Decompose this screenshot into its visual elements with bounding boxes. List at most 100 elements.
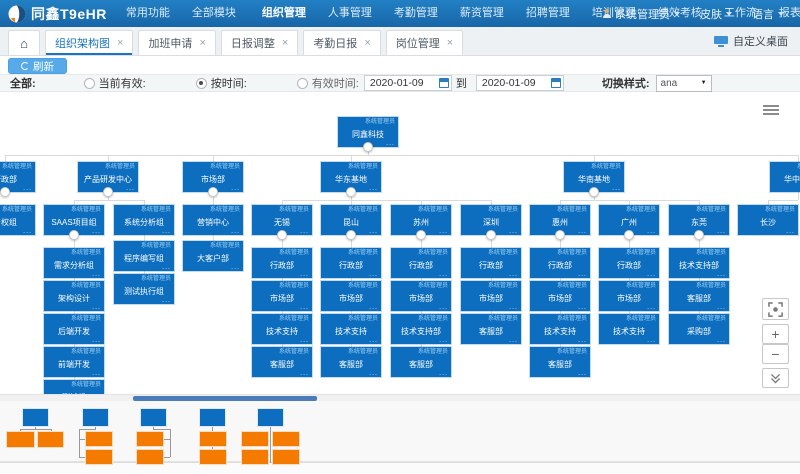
org-node[interactable]: 系统管理员客服部... xyxy=(252,347,312,377)
node-more-icon[interactable]: ... xyxy=(23,228,32,235)
node-more-icon[interactable]: ... xyxy=(439,304,448,311)
nav-item-3[interactable]: 人事管理 xyxy=(317,0,383,27)
skin-menu[interactable]: 皮肤 xyxy=(692,6,740,22)
org-node[interactable]: 系统管理员测试组... xyxy=(44,380,104,394)
node-more-icon[interactable]: ... xyxy=(612,185,621,192)
node-more-icon[interactable]: ... xyxy=(439,271,448,278)
close-icon[interactable]: × xyxy=(364,37,370,49)
org-node[interactable]: 系统管理员需求分析组... xyxy=(44,248,104,278)
radio-icon[interactable] xyxy=(196,78,207,89)
org-node[interactable]: 系统管理员市场部... xyxy=(252,281,312,311)
tab-3[interactable]: 考勤日报× xyxy=(303,30,380,55)
org-node[interactable]: 系统管理员客服部... xyxy=(461,314,521,344)
node-more-icon[interactable]: ... xyxy=(578,337,587,344)
close-icon[interactable]: × xyxy=(447,37,453,49)
style-select[interactable]: ana ▼ xyxy=(656,75,712,92)
org-node[interactable]: 系统管理员市场部... xyxy=(391,281,451,311)
node-more-icon[interactable]: ... xyxy=(369,337,378,344)
language-menu[interactable]: 语言 xyxy=(744,6,792,22)
node-more-icon[interactable]: ... xyxy=(92,304,101,311)
custom-desktop-button[interactable]: 自定义桌面 xyxy=(714,33,788,55)
org-node[interactable]: 系统管理员行政部... xyxy=(252,248,312,278)
node-more-icon[interactable]: ... xyxy=(300,370,309,377)
node-more-icon[interactable]: ... xyxy=(92,271,101,278)
org-node[interactable]: 系统管理员市场部... xyxy=(599,281,659,311)
node-more-icon[interactable]: ... xyxy=(162,264,171,271)
node-more-icon[interactable]: ... xyxy=(386,140,395,147)
style-preview-horizontal[interactable] xyxy=(0,401,70,462)
node-more-icon[interactable]: ... xyxy=(369,228,378,235)
collapse-toggle[interactable] xyxy=(69,230,79,240)
node-more-icon[interactable]: ... xyxy=(92,228,101,235)
collapse-toggle[interactable] xyxy=(416,230,426,240)
node-more-icon[interactable]: ... xyxy=(92,370,101,377)
node-more-icon[interactable]: ... xyxy=(162,228,171,235)
node-more-icon[interactable]: ... xyxy=(717,337,726,344)
app-logo[interactable]: 同鑫T9eHR xyxy=(0,4,115,24)
node-more-icon[interactable]: ... xyxy=(717,228,726,235)
node-more-icon[interactable]: ... xyxy=(231,264,240,271)
node-more-icon[interactable]: ... xyxy=(439,337,448,344)
node-more-icon[interactable]: ... xyxy=(369,304,378,311)
node-more-icon[interactable]: ... xyxy=(300,228,309,235)
nav-item-0[interactable]: 常用功能 xyxy=(115,0,181,27)
chart-menu-icon[interactable] xyxy=(763,105,779,117)
tab-1[interactable]: 加班申请× xyxy=(138,30,215,55)
node-more-icon[interactable]: ... xyxy=(509,228,518,235)
node-more-icon[interactable]: ... xyxy=(369,185,378,192)
node-more-icon[interactable]: ... xyxy=(786,228,795,235)
node-more-icon[interactable]: ... xyxy=(162,297,171,304)
calendar-icon[interactable] xyxy=(439,78,449,88)
node-more-icon[interactable]: ... xyxy=(369,370,378,377)
node-more-icon[interactable]: ... xyxy=(439,228,448,235)
collapse-toggle[interactable] xyxy=(208,187,218,197)
collapse-toggle[interactable] xyxy=(103,187,113,197)
node-more-icon[interactable]: ... xyxy=(578,370,587,377)
collapse-toggle[interactable] xyxy=(346,187,356,197)
close-icon[interactable]: × xyxy=(282,37,288,49)
nav-item-5[interactable]: 薪资管理 xyxy=(449,0,515,27)
tab-0[interactable]: 组织架构图× xyxy=(45,30,133,55)
node-more-icon[interactable]: ... xyxy=(439,370,448,377)
node-more-icon[interactable]: ... xyxy=(369,271,378,278)
node-more-icon[interactable]: ... xyxy=(578,271,587,278)
org-node[interactable]: 系统管理员系统分析组... xyxy=(114,205,174,235)
close-icon[interactable]: × xyxy=(199,37,205,49)
collapse-toggle[interactable] xyxy=(486,230,496,240)
org-node[interactable]: 系统管理员客服部... xyxy=(391,347,451,377)
node-more-icon[interactable]: ... xyxy=(578,228,587,235)
style-preview-right-bracket[interactable] xyxy=(130,401,175,462)
home-tab[interactable]: ⌂ xyxy=(8,30,40,55)
org-node[interactable]: 系统管理员市场部... xyxy=(461,281,521,311)
refresh-button[interactable]: 刷新 xyxy=(8,58,67,74)
collapse-toggle[interactable] xyxy=(589,187,599,197)
node-more-icon[interactable]: ... xyxy=(647,228,656,235)
org-node[interactable]: 系统管理员后端开发... xyxy=(44,314,104,344)
nav-item-6[interactable]: 招聘管理 xyxy=(515,0,581,27)
org-node[interactable]: 系统管理员技术支持部... xyxy=(391,314,451,344)
org-node[interactable]: 系统管理员客服部... xyxy=(321,347,381,377)
org-node[interactable]: 系统管理员营销中心... xyxy=(183,205,243,235)
node-more-icon[interactable]: ... xyxy=(509,271,518,278)
radio-icon[interactable] xyxy=(84,78,95,89)
collapse-toggle[interactable] xyxy=(0,187,10,197)
filter-current-valid[interactable]: 当前有效: xyxy=(84,75,146,91)
collapse-toggle[interactable] xyxy=(694,230,704,240)
filter-valid-time[interactable]: 有效时间: xyxy=(297,75,359,91)
node-more-icon[interactable]: ... xyxy=(126,185,135,192)
collapse-all-button[interactable] xyxy=(762,368,789,388)
node-more-icon[interactable]: ... xyxy=(231,228,240,235)
node-more-icon[interactable]: ... xyxy=(717,271,726,278)
org-node[interactable]: 系统管理员测试执行组... xyxy=(114,274,174,304)
tab-2[interactable]: 日报调整× xyxy=(221,30,298,55)
nav-item-2[interactable]: 组织管理 xyxy=(251,0,317,27)
node-more-icon[interactable]: ... xyxy=(92,337,101,344)
node-more-icon[interactable]: ... xyxy=(300,271,309,278)
org-node[interactable]: 系统管理员程序编写组... xyxy=(114,241,174,271)
nav-item-1[interactable]: 全部模块 xyxy=(181,0,247,27)
org-node[interactable]: 系统管理员架构设计... xyxy=(44,281,104,311)
org-node[interactable]: 系统管理员华中基地... xyxy=(770,162,800,192)
org-node[interactable]: 系统管理员产权组... xyxy=(0,205,35,235)
style-preview-vertical-center[interactable] xyxy=(190,401,235,462)
zoom-out-button[interactable]: − xyxy=(762,344,789,364)
